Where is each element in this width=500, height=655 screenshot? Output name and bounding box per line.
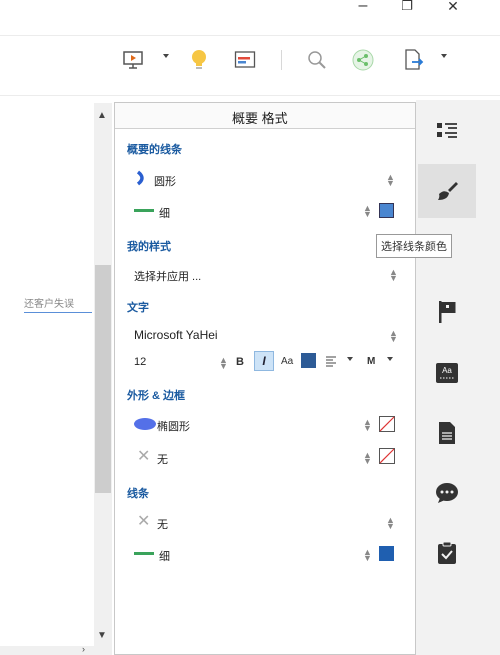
canvas-topic-text[interactable]: 还客户失误 xyxy=(24,295,74,310)
my-style-select[interactable]: 选择并应用 ... xyxy=(134,268,201,284)
shape-label[interactable]: 椭圆形 xyxy=(157,418,190,434)
format-brush-icon xyxy=(438,182,458,200)
bold-button[interactable]: B xyxy=(236,356,244,368)
border-color-none-icon[interactable] xyxy=(379,448,395,467)
line-style-label[interactable]: 无 xyxy=(157,516,168,532)
line-thin-icon xyxy=(134,552,154,555)
idea-icon xyxy=(192,50,206,69)
curve-shape-icon xyxy=(135,170,149,189)
section-line-title: 线条 xyxy=(127,488,149,500)
export-button[interactable] xyxy=(398,45,428,75)
scroll-down-icon[interactable]: ▼ xyxy=(97,630,107,641)
font-size-spinner-icon[interactable]: ▲ ▼ xyxy=(219,356,228,371)
task-icon xyxy=(438,541,456,564)
share-button[interactable] xyxy=(348,45,378,75)
comment-icon xyxy=(436,483,458,503)
sidebar-task-button[interactable] xyxy=(420,526,474,580)
restore-button[interactable]: ❐ xyxy=(392,0,422,14)
share-icon xyxy=(352,49,374,71)
horizontal-scrollbar[interactable] xyxy=(0,646,94,655)
section-my-style-title: 我的样式 xyxy=(127,241,171,253)
line-color-swatch[interactable] xyxy=(379,203,394,218)
gantt-button[interactable] xyxy=(230,45,260,75)
shape-spinner-icon[interactable]: ▲ ▼ xyxy=(363,418,372,433)
title-divider xyxy=(0,35,500,36)
toolbar-divider-bottom xyxy=(0,95,500,96)
export-dropdown-icon[interactable] xyxy=(441,54,447,58)
presentation-icon xyxy=(123,51,143,69)
text-case-button[interactable]: Aa xyxy=(281,356,293,367)
section-text-title: 文字 xyxy=(127,302,149,314)
scroll-up-icon[interactable]: ▲ xyxy=(97,110,107,121)
line-weight-icon xyxy=(134,209,154,212)
line-style-spinner-icon[interactable]: ▲ ▼ xyxy=(386,516,395,531)
no-line-icon: ✕ xyxy=(137,513,151,530)
presentation-dropdown-icon[interactable] xyxy=(163,54,169,58)
sidebar-outline-button[interactable] xyxy=(420,104,474,158)
panel-title: 概要 格式 xyxy=(232,111,288,126)
canvas-topic-underline xyxy=(24,312,92,313)
font-family-select[interactable]: Microsoft YaHei xyxy=(134,328,218,342)
presentation-button[interactable] xyxy=(118,45,148,75)
text-align-dropdown-icon[interactable] xyxy=(347,357,353,361)
fill-color-none-icon[interactable] xyxy=(379,416,395,435)
flag-icon xyxy=(439,301,456,323)
line-weight-spinner-icon[interactable]: ▲ ▼ xyxy=(363,548,372,563)
idea-button[interactable] xyxy=(184,45,214,75)
minimize-button[interactable]: – xyxy=(348,0,378,14)
scrollbar-thumb[interactable] xyxy=(95,265,111,493)
section-summary-line-title: 概要的线条 xyxy=(127,144,182,156)
summary-line-shape-label[interactable]: 圆形 xyxy=(154,173,176,189)
line-weight-label[interactable]: 细 xyxy=(159,548,170,564)
text-color-swatch[interactable] xyxy=(301,353,316,368)
search-button[interactable] xyxy=(302,45,332,75)
notes-icon xyxy=(439,422,455,444)
summary-shape-spinner-icon[interactable]: ▲ ▼ xyxy=(386,173,395,188)
summary-weight-spinner-icon[interactable]: ▲ ▼ xyxy=(363,204,372,219)
gantt-icon xyxy=(234,51,256,68)
svg-text:Aa: Aa xyxy=(442,366,452,375)
no-border-icon: ✕ xyxy=(137,448,151,465)
oval-shape-icon xyxy=(134,418,156,430)
more-text-dropdown-icon[interactable] xyxy=(387,357,393,361)
scroll-right-icon[interactable]: › xyxy=(82,644,85,654)
font-family-spinner-icon[interactable]: ▲ ▼ xyxy=(389,329,398,344)
outline-icon xyxy=(437,123,457,138)
sidebar-label-button[interactable]: Aa xyxy=(420,346,474,400)
border-label[interactable]: 无 xyxy=(157,451,168,467)
my-style-spinner-icon[interactable]: ▲ ▼ xyxy=(389,268,398,283)
sidebar-notes-button[interactable] xyxy=(420,406,474,460)
text-align-icon[interactable] xyxy=(325,355,337,370)
more-text-button[interactable]: M xyxy=(367,356,375,367)
close-button[interactable]: ✕ xyxy=(438,0,468,14)
sidebar-flag-button[interactable] xyxy=(420,285,474,339)
font-size-field[interactable]: 12 xyxy=(134,356,146,368)
line-color-swatch-2[interactable] xyxy=(379,546,394,561)
sidebar-format-button[interactable] xyxy=(418,164,476,218)
toolbar-divider xyxy=(281,50,282,70)
section-shape-border-title: 外形 & 边框 xyxy=(127,390,186,402)
export-icon xyxy=(405,49,424,70)
text-label-icon: Aa xyxy=(436,363,458,383)
italic-button[interactable]: I xyxy=(254,351,274,371)
search-icon xyxy=(308,51,326,69)
tooltip: 选择线条颜色 xyxy=(376,234,452,258)
summary-line-weight-label[interactable]: 细 xyxy=(159,205,170,221)
sidebar-comment-button[interactable] xyxy=(420,466,474,520)
border-spinner-icon[interactable]: ▲ ▼ xyxy=(363,451,372,466)
